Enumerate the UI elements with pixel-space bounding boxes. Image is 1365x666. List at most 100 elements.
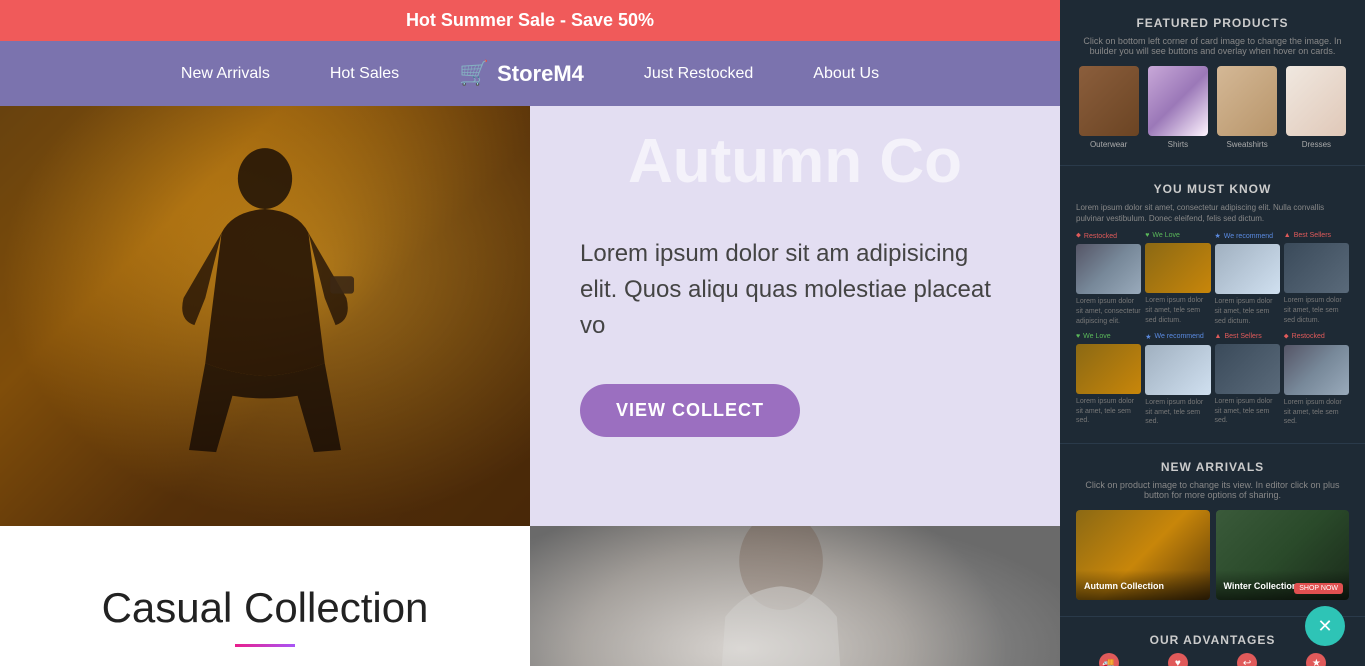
oa-item-delivery: 🚚 Fast & Free Delivery [1076, 653, 1141, 666]
ymk-tag-icon-1: ⬥ [1076, 232, 1081, 240]
promo-banner[interactable]: Hot Summer Sale - Save 50% [0, 0, 1060, 41]
bottom-section: Casual Collection Lorem ipsum dolor sit … [0, 526, 1060, 666]
ymk-img-6 [1145, 345, 1210, 395]
right-panel: FEATURED PRODUCTS Click on bottom left c… [1060, 0, 1365, 666]
na-shop-now-btn[interactable]: SHOP NOW [1294, 583, 1343, 594]
ymk-img-8 [1284, 345, 1349, 395]
ymk-tag-icon-2: ♥ [1145, 232, 1149, 239]
featured-label-dresses: Dresses [1302, 140, 1331, 149]
nav-item-hot-sales[interactable]: Hot Sales [330, 65, 399, 83]
na-item-winter[interactable]: Winter Collection SHOP NOW [1216, 510, 1350, 600]
new-arrivals-grid: Autumn Collection Winter Collection SHOP… [1076, 510, 1349, 600]
ymk-item-8: ⬥ Restocked Lorem ipsum dolor sit amet, … [1284, 333, 1349, 427]
promo-text: Hot Summer Sale - Save 50% [406, 10, 654, 30]
ymk-text-6: Lorem ipsum dolor sit amet, tele sem sed… [1145, 398, 1210, 427]
ymk-tag-icon-7: ▲ [1215, 333, 1222, 340]
ymk-text-7: Lorem ipsum dolor sit amet, tele sem sed… [1215, 397, 1280, 426]
oa-item-love: ♥ We Love Our Customers [1145, 653, 1210, 666]
hero-section: Autumn Co Lorem ipsum dolor sit am adipi… [0, 106, 1060, 526]
hero-body-text: Lorem ipsum dolor sit am adipisicing eli… [580, 236, 1010, 344]
featured-products-section: FEATURED PRODUCTS Click on bottom left c… [1060, 0, 1365, 166]
close-button[interactable]: ✕ [1305, 606, 1345, 646]
featured-products-title: FEATURED PRODUCTS [1076, 16, 1349, 30]
featured-item-outwear[interactable]: Outerwear [1076, 66, 1141, 149]
logo-text: StoreM4 [497, 61, 584, 87]
nav-link-new-arrivals[interactable]: New Arrivals [181, 65, 270, 82]
ymk-item-2: ♥ We Love Lorem ipsum dolor sit amet, te… [1145, 232, 1210, 326]
casual-divider [235, 644, 295, 647]
hero-image-left [0, 106, 530, 526]
new-arrivals-subtitle: Click on product image to change its vie… [1076, 480, 1349, 500]
ymk-tag-7: ▲ Best Sellers [1215, 333, 1280, 340]
ymk-tag-icon-4: ▲ [1284, 232, 1291, 239]
ymk-tag-1: ⬥ Restocked [1076, 232, 1141, 240]
returns-icon: ↩ [1237, 653, 1257, 666]
bottom-hero-image [530, 526, 1060, 666]
autumn-heading: Autumn Co [530, 126, 1060, 197]
nav-link-just-restocked[interactable]: Just Restocked [644, 65, 753, 82]
na-item-title-autumn: Autumn Collection [1084, 581, 1164, 591]
nav-logo[interactable]: 🛒 StoreM4 [459, 59, 584, 88]
bottom-image-right [530, 526, 1060, 666]
nav-item-new-arrivals[interactable]: New Arrivals [181, 65, 270, 83]
featured-img-shirts [1148, 66, 1208, 136]
na-overlay-autumn: Autumn Collection [1076, 570, 1210, 600]
quality-icon: ★ [1306, 653, 1326, 666]
ymk-img-7 [1215, 344, 1280, 394]
featured-item-dresses[interactable]: Dresses [1284, 66, 1349, 149]
ymk-img-5 [1076, 344, 1141, 394]
ymk-item-1: ⬥ Restocked Lorem ipsum dolor sit amet, … [1076, 232, 1141, 326]
casual-collection: Casual Collection Lorem ipsum dolor sit … [0, 526, 530, 666]
nav-links: New Arrivals Hot Sales 🛒 StoreM4 Just Re… [181, 59, 879, 88]
you-must-know-title: YOU MUST KNOW [1076, 182, 1349, 196]
person-silhouette [140, 146, 390, 526]
ymk-img-4 [1284, 243, 1349, 293]
ymk-item-5: ♥ We Love Lorem ipsum dolor sit amet, te… [1076, 333, 1141, 427]
ymk-img-2 [1145, 243, 1210, 293]
nav-item-just-restocked[interactable]: Just Restocked [644, 65, 753, 83]
na-item-autumn[interactable]: Autumn Collection [1076, 510, 1210, 600]
featured-img-sweatshirts [1217, 66, 1277, 136]
love-icon: ♥ [1168, 653, 1188, 666]
featured-label-shirts: Shirts [1168, 140, 1188, 149]
ymk-img-3 [1215, 244, 1280, 294]
new-arrivals-section: NEW ARRIVALS Click on product image to c… [1060, 444, 1365, 617]
ymk-tag-5: ♥ We Love [1076, 333, 1141, 340]
ymk-text-4: Lorem ipsum dolor sit amet, tele sem sed… [1284, 296, 1349, 325]
our-advantages-grid: 🚚 Fast & Free Delivery ♥ We Love Our Cus… [1076, 653, 1349, 666]
ymk-tag-4: ▲ Best Sellers [1284, 232, 1349, 239]
nav-item-about-us[interactable]: About Us [813, 65, 879, 83]
oa-item-returns: ↩ Easy Returns [1215, 653, 1280, 666]
na-item-title-winter: Winter Collection [1224, 581, 1298, 591]
featured-img-outwear [1079, 66, 1139, 136]
main-content: Hot Summer Sale - Save 50% New Arrivals … [0, 0, 1060, 666]
featured-img-dresses [1286, 66, 1346, 136]
ymk-tag-icon-8: ⬥ [1284, 333, 1289, 341]
ymk-tag-3: ★ We recommend [1215, 232, 1280, 240]
navbar: New Arrivals Hot Sales 🛒 StoreM4 Just Re… [0, 41, 1060, 106]
featured-item-shirts[interactable]: Shirts [1145, 66, 1210, 149]
ymk-tag-2: ♥ We Love [1145, 232, 1210, 239]
close-icon: ✕ [1317, 616, 1332, 637]
ymk-text-8: Lorem ipsum dolor sit amet, tele sem sed… [1284, 398, 1349, 427]
featured-label-outwear: Outerwear [1090, 140, 1127, 149]
featured-item-sweatshirts[interactable]: Sweatshirts [1215, 66, 1280, 149]
ymk-item-3: ★ We recommend Lorem ipsum dolor sit ame… [1215, 232, 1280, 326]
cart-icon: 🛒 [459, 59, 489, 88]
ymk-row-2: ♥ We Love Lorem ipsum dolor sit amet, te… [1076, 333, 1349, 427]
ymk-text-3: Lorem ipsum dolor sit amet, tele sem sed… [1215, 297, 1280, 326]
nav-link-hot-sales[interactable]: Hot Sales [330, 65, 399, 82]
casual-title: Casual Collection [50, 584, 480, 632]
ymk-text-5: Lorem ipsum dolor sit amet, tele sem sed… [1076, 397, 1141, 426]
featured-products-grid: Outerwear Shirts Sweatshirts Dresses [1076, 66, 1349, 149]
ymk-intro: Lorem ipsum dolor sit amet, consectetur … [1076, 202, 1349, 224]
ymk-item-6: ★ We recommend Lorem ipsum dolor sit ame… [1145, 333, 1210, 427]
hero-text-right: Autumn Co Lorem ipsum dolor sit am adipi… [530, 106, 1060, 526]
nav-link-about-us[interactable]: About Us [813, 65, 879, 82]
ymk-item-4: ▲ Best Sellers Lorem ipsum dolor sit ame… [1284, 232, 1349, 326]
ymk-tag-icon-6: ★ [1145, 333, 1151, 341]
ymk-tag-icon-5: ♥ [1076, 333, 1080, 340]
view-collection-button[interactable]: VIEW COLLECT [580, 384, 800, 437]
you-must-know-section: YOU MUST KNOW Lorem ipsum dolor sit amet… [1060, 166, 1365, 444]
ymk-text-1: Lorem ipsum dolor sit amet, consectetur … [1076, 297, 1141, 326]
